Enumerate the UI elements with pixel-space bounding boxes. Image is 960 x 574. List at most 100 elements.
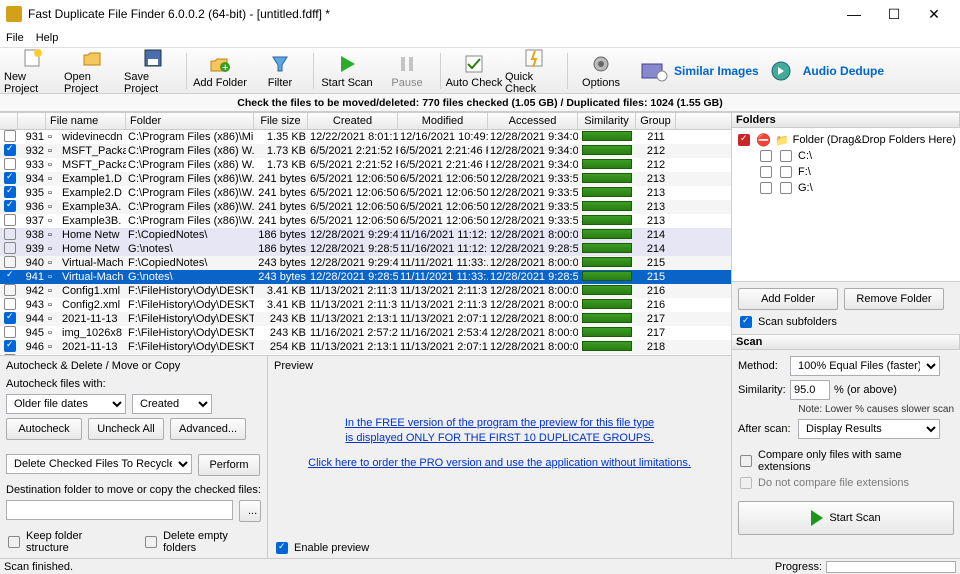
advanced-button[interactable]: Advanced... [170, 418, 246, 440]
free-version-message[interactable]: In the FREE version of the program the p… [268, 416, 731, 471]
method-select[interactable]: 100% Equal Files (faster) [790, 356, 940, 376]
file-icon: ▫ [46, 159, 60, 171]
auto-check-button[interactable]: Auto Check [445, 49, 503, 93]
row-checkbox[interactable] [4, 130, 16, 142]
start-scan-big-button[interactable]: Start Scan [738, 501, 954, 535]
row-checkbox[interactable] [4, 228, 16, 240]
similarity-bar [582, 327, 632, 337]
file-icon: ▫ [46, 229, 60, 241]
close-button[interactable]: ✕ [914, 0, 954, 28]
file-icon: ▫ [46, 173, 60, 185]
window-title: Fast Duplicate File Finder 6.0.0.2 (64-b… [28, 7, 834, 21]
menu-help[interactable]: Help [36, 32, 59, 44]
file-icon: ▫ [46, 271, 60, 283]
table-row[interactable]: 940▫Virtual-MachF:\CopiedNotes\243 bytes… [0, 256, 731, 270]
scan-section: Scan [732, 334, 960, 350]
similarity-bar [582, 131, 632, 141]
audio-dedupe-link[interactable]: Audio Dedupe [769, 60, 884, 82]
table-row[interactable]: 937▫Example3B.C:\Program Files (x86)\W..… [0, 214, 731, 228]
compare-ext-checkbox[interactable] [740, 455, 752, 467]
row-checkbox[interactable] [4, 242, 16, 254]
row-checkbox[interactable] [4, 270, 16, 282]
similarity-input[interactable] [790, 380, 830, 400]
auto-panel-title: Autocheck & Delete / Move or Copy [6, 360, 261, 372]
keep-folder-checkbox[interactable] [8, 536, 20, 548]
table-row[interactable]: 931▫widevinecdnC:\Program Files (x86)\Mi… [0, 130, 731, 144]
file-icon: ▫ [46, 145, 60, 157]
row-checkbox[interactable] [4, 312, 16, 324]
folder-icon: 📁 [775, 134, 789, 147]
minimize-button[interactable]: — [834, 0, 874, 28]
stop-icon: ⛔ [756, 133, 771, 147]
summary-bar: Check the files to be moved/deleted: 770… [0, 94, 960, 112]
pause-button[interactable]: Pause [378, 49, 436, 93]
quick-check-button[interactable]: Quick Check [505, 49, 563, 93]
filter-button[interactable]: Filter [251, 49, 309, 93]
scan-subfolders-checkbox[interactable] [740, 316, 752, 328]
root-check-icon[interactable] [738, 134, 750, 146]
created-select[interactable]: Created [132, 394, 212, 414]
row-checkbox[interactable] [4, 326, 16, 338]
table-row[interactable]: 944▫2021-11-13F:\FileHistory\Ody\DESKT..… [0, 312, 731, 326]
table-row[interactable]: 935▫Example2.DC:\Program Files (x86)\W..… [0, 186, 731, 200]
perform-button[interactable]: Perform [198, 454, 260, 476]
browse-button[interactable]: ... [239, 500, 261, 522]
file-icon: ▫ [46, 313, 60, 325]
table-row[interactable]: 939▫Home NetwG:\notes\186 bytes12/28/202… [0, 242, 731, 256]
start-scan-button[interactable]: Start Scan [318, 49, 376, 93]
new-project-button[interactable]: New Project [4, 49, 62, 93]
file-icon: ▫ [46, 215, 60, 227]
remove-folder-button[interactable]: Remove Folder [844, 288, 944, 310]
similarity-bar [582, 341, 632, 351]
row-checkbox[interactable] [4, 186, 16, 198]
table-row[interactable]: 936▫Example3A.C:\Program Files (x86)\W..… [0, 200, 731, 214]
after-scan-select[interactable]: Display Results [798, 419, 940, 439]
row-checkbox[interactable] [4, 340, 16, 352]
table-row[interactable]: 945▫img_1026x8F:\FileHistory\Ody\DESKT..… [0, 326, 731, 340]
uncheck-all-button[interactable]: Uncheck All [88, 418, 164, 440]
table-row[interactable]: 934▫Example1.DC:\Program Files (x86)\W..… [0, 172, 731, 186]
maximize-button[interactable]: ☐ [874, 0, 914, 28]
older-files-select[interactable]: Older file dates [6, 394, 126, 414]
similarity-bar [582, 173, 632, 183]
delete-action-select[interactable]: Delete Checked Files To Recycle Bin [6, 454, 192, 474]
row-checkbox[interactable] [4, 200, 16, 212]
add-folder-button[interactable]: +Add Folder [191, 49, 249, 93]
destination-input[interactable] [6, 500, 233, 520]
folders-section: Folders [732, 112, 960, 128]
autocheck-button[interactable]: Autocheck [6, 418, 82, 440]
table-row[interactable]: 943▫Config2.xmlF:\FileHistory\Ody\DESKT.… [0, 298, 731, 312]
menu-file[interactable]: File [6, 32, 24, 44]
row-checkbox[interactable] [4, 284, 16, 296]
enable-preview-checkbox[interactable] [276, 542, 288, 554]
similarity-bar [582, 313, 632, 323]
row-checkbox[interactable] [4, 256, 16, 268]
row-checkbox[interactable] [4, 172, 16, 184]
status-text: Scan finished. [4, 561, 73, 573]
table-row[interactable]: 942▫Config1.xmlF:\FileHistory\Ody\DESKT.… [0, 284, 731, 298]
row-checkbox[interactable] [4, 214, 16, 226]
folders-tree[interactable]: ⛔📁Folder (Drag&Drop Folders Here) C:\ F:… [732, 128, 960, 282]
similarity-bar [582, 159, 632, 169]
row-checkbox[interactable] [4, 144, 16, 156]
table-row[interactable]: 938▫Home NetwF:\CopiedNotes\186 bytes12/… [0, 228, 731, 242]
options-button[interactable]: Options [572, 49, 630, 93]
row-checkbox[interactable] [4, 158, 16, 170]
table-row[interactable]: 946▫2021-11-13F:\FileHistory\Ody\DESKT..… [0, 340, 731, 354]
row-checkbox[interactable] [4, 298, 16, 310]
table-header: File name Folder File size Created Modif… [0, 112, 731, 130]
results-table[interactable]: 931▫widevinecdnC:\Program Files (x86)\Mi… [0, 130, 731, 355]
similarity-bar [582, 271, 632, 281]
table-row[interactable]: 932▫MSFT_PackaC:\Program Files (x86) W..… [0, 144, 731, 158]
save-project-button[interactable]: Save Project [124, 49, 182, 93]
file-icon: ▫ [46, 257, 60, 269]
file-icon: ▫ [46, 131, 60, 143]
delete-empty-checkbox[interactable] [145, 536, 157, 548]
table-row[interactable]: 941▫Virtual-MachG:\notes\243 bytes12/28/… [0, 270, 731, 284]
table-row[interactable]: 933▫MSFT_PackaC:\Program Files (x86) W..… [0, 158, 731, 172]
open-project-button[interactable]: Open Project [64, 49, 122, 93]
preview-title: Preview [274, 360, 725, 372]
similar-images-link[interactable]: Similar Images [640, 60, 759, 82]
similarity-bar [582, 215, 632, 225]
add-folder-button-2[interactable]: Add Folder [738, 288, 838, 310]
